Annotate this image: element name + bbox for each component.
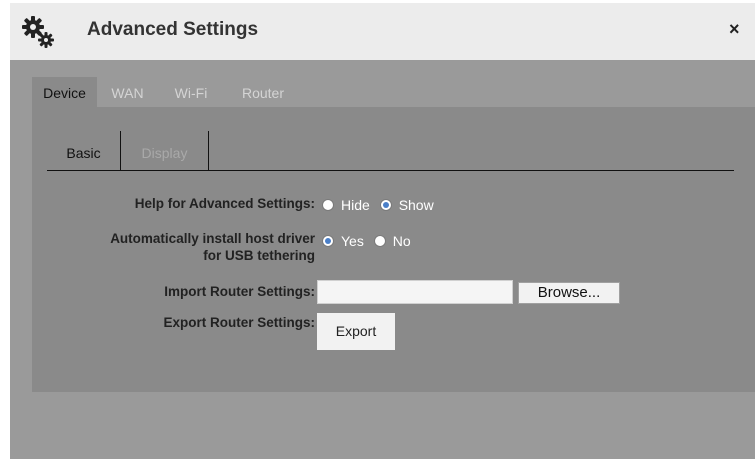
driver-radio-group: Yes No — [322, 233, 417, 250]
driver-no-label: No — [392, 233, 411, 249]
dialog-titlebar: Advanced Settings × — [10, 3, 755, 60]
driver-label-line1: Automatically install host driver — [110, 231, 315, 246]
tab-device[interactable]: Device — [32, 77, 97, 107]
tab-router[interactable]: Router — [228, 77, 298, 107]
export-button[interactable]: Export — [317, 313, 395, 350]
export-settings-label: Export Router Settings: — [163, 315, 315, 330]
import-file-input[interactable] — [317, 280, 513, 304]
driver-yes-label: Yes — [341, 233, 364, 249]
gears-icon — [22, 16, 54, 48]
browse-button[interactable]: Browse... — [518, 282, 620, 304]
radio-hide[interactable] — [322, 199, 334, 211]
device-panel: Basic Display Help for Advanced Settings… — [32, 107, 755, 392]
tab-wan[interactable]: WAN — [100, 77, 155, 107]
radio-yes[interactable] — [322, 235, 334, 247]
driver-no-option[interactable]: No — [373, 233, 411, 249]
help-hide-option[interactable]: Hide — [322, 197, 370, 213]
help-hide-label: Hide — [341, 197, 370, 213]
radio-no[interactable] — [373, 235, 386, 247]
help-show-option[interactable]: Show — [379, 197, 434, 213]
help-radio-group: Hide Show — [322, 197, 440, 214]
dialog-title: Advanced Settings — [87, 19, 259, 40]
driver-yes-option[interactable]: Yes — [322, 233, 364, 249]
help-settings-label: Help for Advanced Settings: — [134, 196, 315, 211]
driver-label-line2: for USB tethering — [203, 248, 315, 263]
help-show-label: Show — [398, 197, 434, 213]
tab-wifi[interactable]: Wi-Fi — [156, 77, 226, 107]
subtab-basic[interactable]: Basic — [47, 131, 121, 170]
subtab-display[interactable]: Display — [121, 131, 209, 170]
subtabs: Basic Display — [47, 131, 734, 171]
radio-show[interactable] — [379, 199, 392, 211]
driver-label: Automatically install host driver for US… — [110, 230, 315, 264]
close-icon[interactable]: × — [729, 19, 740, 40]
import-settings-label: Import Router Settings: — [164, 284, 315, 299]
advanced-settings-dialog: Advanced Settings × Device WAN Wi-Fi Rou… — [10, 3, 755, 459]
